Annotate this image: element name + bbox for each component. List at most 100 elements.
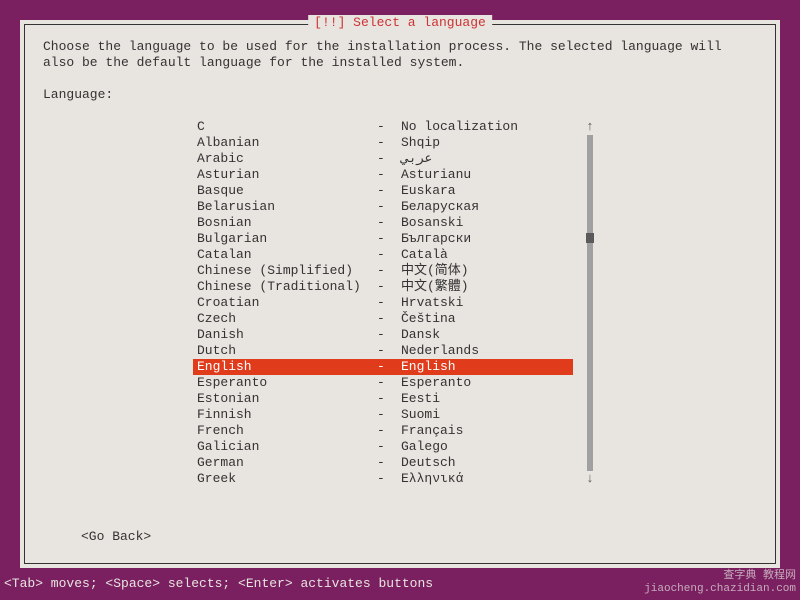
- separator: -: [377, 375, 401, 391]
- language-name: Greek: [197, 471, 377, 487]
- separator: -: [377, 263, 401, 279]
- language-option[interactable]: Croatian-Hrvatski: [193, 295, 573, 311]
- language-option[interactable]: Bosnian-Bosanski: [193, 215, 573, 231]
- language-name: Catalan: [197, 247, 377, 263]
- language-native: 中文(简体): [401, 263, 469, 279]
- language-name: Belarusian: [197, 199, 377, 215]
- separator: -: [377, 455, 401, 471]
- language-name: Estonian: [197, 391, 377, 407]
- language-native: Eesti: [401, 391, 440, 407]
- separator: -: [377, 327, 401, 343]
- language-native: Esperanto: [401, 375, 471, 391]
- scroll-thumb[interactable]: [586, 233, 594, 243]
- language-name: Bulgarian: [197, 231, 377, 247]
- language-native: Беларуская: [401, 199, 479, 215]
- separator: -: [377, 279, 401, 295]
- language-name: Arabic: [197, 151, 377, 167]
- language-option[interactable]: Estonian-Eesti: [193, 391, 573, 407]
- language-native: Hrvatski: [401, 295, 463, 311]
- separator: -: [377, 135, 401, 151]
- language-native: Català: [401, 247, 448, 263]
- language-native: عربي: [401, 151, 432, 167]
- language-name: English: [197, 359, 377, 375]
- language-native: Nederlands: [401, 343, 479, 359]
- separator: -: [377, 391, 401, 407]
- separator: -: [377, 199, 401, 215]
- language-option[interactable]: Dutch-Nederlands: [193, 343, 573, 359]
- language-native: Euskara: [401, 183, 456, 199]
- language-list[interactable]: C-No localizationAlbanian-ShqipArabic-عر…: [193, 119, 573, 487]
- language-native: Čeština: [401, 311, 456, 327]
- language-native: Български: [401, 231, 471, 247]
- language-option[interactable]: Chinese (Traditional)-中文(繁體): [193, 279, 573, 295]
- language-name: Chinese (Traditional): [197, 279, 377, 295]
- language-option[interactable]: Arabic-عربي: [193, 151, 573, 167]
- scroll-down-icon[interactable]: ↓: [586, 471, 594, 487]
- language-name: Asturian: [197, 167, 377, 183]
- language-option[interactable]: Chinese (Simplified)-中文(简体): [193, 263, 573, 279]
- separator: -: [377, 151, 401, 167]
- language-option[interactable]: French-Français: [193, 423, 573, 439]
- language-name: Albanian: [197, 135, 377, 151]
- language-option[interactable]: Catalan-Català: [193, 247, 573, 263]
- language-native: Deutsch: [401, 455, 456, 471]
- language-native: Asturianu: [401, 167, 471, 183]
- language-option[interactable]: Galician-Galego: [193, 439, 573, 455]
- separator: -: [377, 119, 401, 135]
- footer-hint: <Tab> moves; <Space> selects; <Enter> ac…: [4, 576, 433, 592]
- language-option[interactable]: Belarusian-Беларуская: [193, 199, 573, 215]
- language-option[interactable]: Finnish-Suomi: [193, 407, 573, 423]
- separator: -: [377, 167, 401, 183]
- scroll-track[interactable]: [587, 135, 593, 471]
- separator: -: [377, 359, 401, 375]
- separator: -: [377, 423, 401, 439]
- language-name: Chinese (Simplified): [197, 263, 377, 279]
- language-name: Galician: [197, 439, 377, 455]
- language-native: Bosanski: [401, 215, 463, 231]
- go-back-button[interactable]: <Go Back>: [81, 529, 151, 545]
- language-native: 中文(繁體): [401, 279, 469, 295]
- language-list-area: C-No localizationAlbanian-ShqipArabic-عر…: [193, 119, 757, 487]
- language-name: Basque: [197, 183, 377, 199]
- language-option[interactable]: German-Deutsch: [193, 455, 573, 471]
- language-option[interactable]: Bulgarian-Български: [193, 231, 573, 247]
- separator: -: [377, 215, 401, 231]
- dialog-frame: [!!] Select a language Choose the langua…: [24, 24, 776, 564]
- language-option[interactable]: Basque-Euskara: [193, 183, 573, 199]
- language-name: Croatian: [197, 295, 377, 311]
- language-native: No localization: [401, 119, 518, 135]
- language-native: English: [401, 359, 456, 375]
- language-name: Danish: [197, 327, 377, 343]
- language-option[interactable]: Albanian-Shqip: [193, 135, 573, 151]
- language-native: Suomi: [401, 407, 440, 423]
- language-name: C: [197, 119, 377, 135]
- language-option[interactable]: English-English: [193, 359, 573, 375]
- watermark-line2: jiaocheng.chazidian.com: [644, 583, 796, 596]
- scroll-up-icon[interactable]: ↑: [586, 119, 594, 135]
- language-name: Esperanto: [197, 375, 377, 391]
- language-native: Ελληνικά: [401, 471, 463, 487]
- separator: -: [377, 343, 401, 359]
- language-option[interactable]: Czech-Čeština: [193, 311, 573, 327]
- language-name: Finnish: [197, 407, 377, 423]
- language-prompt: Language:: [43, 87, 757, 103]
- separator: -: [377, 183, 401, 199]
- language-dialog: [!!] Select a language Choose the langua…: [20, 20, 780, 568]
- language-option[interactable]: Danish-Dansk: [193, 327, 573, 343]
- separator: -: [377, 407, 401, 423]
- language-native: Français: [401, 423, 463, 439]
- scrollbar[interactable]: ↑ ↓: [585, 119, 595, 487]
- language-option[interactable]: Asturian-Asturianu: [193, 167, 573, 183]
- separator: -: [377, 311, 401, 327]
- separator: -: [377, 247, 401, 263]
- separator: -: [377, 471, 401, 487]
- language-option[interactable]: Esperanto-Esperanto: [193, 375, 573, 391]
- language-name: French: [197, 423, 377, 439]
- language-option[interactable]: Greek-Ελληνικά: [193, 471, 573, 487]
- language-native: Shqip: [401, 135, 440, 151]
- language-native: Dansk: [401, 327, 440, 343]
- watermark-line1: 查字典 教程网: [644, 570, 796, 583]
- language-name: Czech: [197, 311, 377, 327]
- language-option[interactable]: C-No localization: [193, 119, 573, 135]
- watermark: 查字典 教程网 jiaocheng.chazidian.com: [644, 570, 796, 596]
